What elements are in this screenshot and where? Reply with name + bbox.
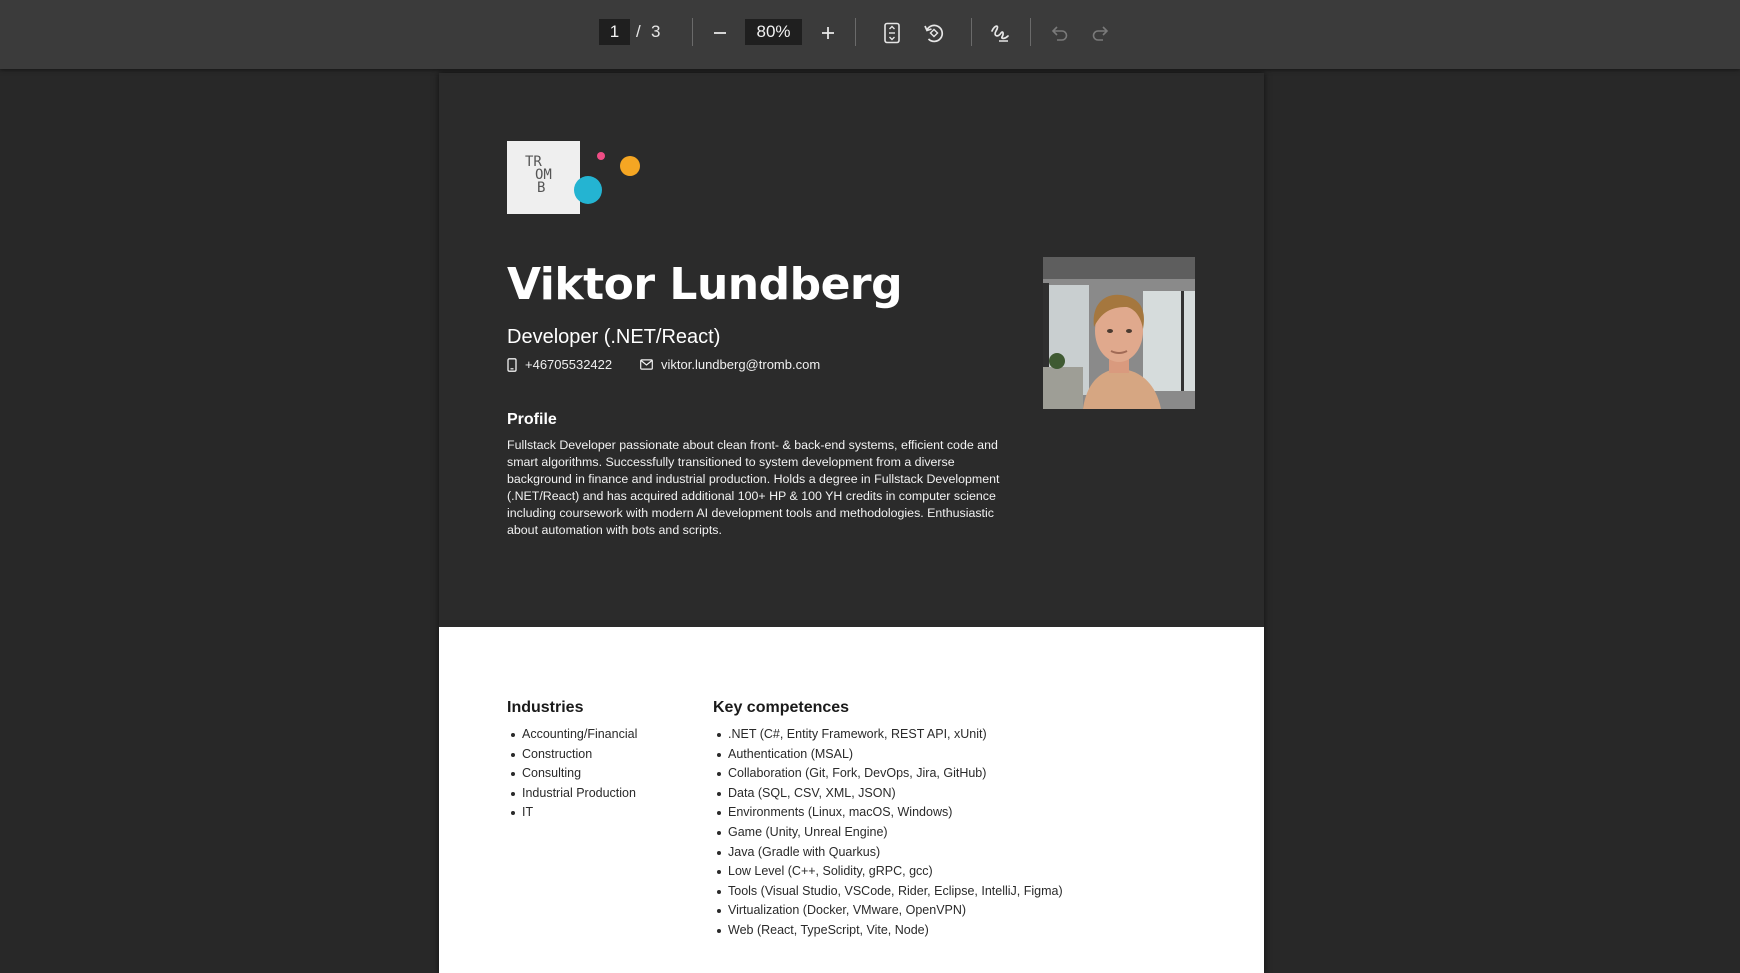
toolbar-divider — [971, 18, 972, 46]
person-name: Viktor Lundberg — [507, 259, 903, 310]
undo-icon — [1051, 26, 1068, 41]
minus-icon — [714, 32, 726, 34]
page-total: 3 — [651, 22, 661, 41]
list-item: Collaboration (Git, Fork, DevOps, Jira, … — [713, 764, 1063, 784]
toolbar-divider — [1030, 18, 1031, 46]
page-number-input[interactable] — [599, 19, 630, 45]
logo-wordmark: TR OM B — [525, 154, 552, 196]
list-item: IT — [507, 803, 637, 823]
list-item: Java (Gradle with Quarkus) — [713, 843, 1063, 863]
list-item: Industrial Production — [507, 784, 637, 804]
rotate-button[interactable] — [919, 18, 949, 48]
redo-button[interactable] — [1086, 18, 1116, 48]
mail-icon — [640, 359, 653, 370]
contact-phone: +46705532422 — [507, 357, 612, 372]
company-logo: TR OM B — [507, 141, 580, 214]
list-item: Authentication (MSAL) — [713, 745, 1063, 765]
profile-heading: Profile — [507, 411, 557, 428]
list-item: Construction — [507, 745, 637, 765]
pdf-toolbar: / 3 — [0, 0, 1740, 69]
draw-button[interactable] — [985, 18, 1015, 48]
rotate-icon — [924, 24, 944, 43]
logo-dot-orange — [620, 156, 640, 176]
list-item: Data (SQL, CSV, XML, JSON) — [713, 784, 1063, 804]
zoom-out-button[interactable] — [705, 18, 735, 48]
list-item: Environments (Linux, macOS, Windows) — [713, 803, 1063, 823]
industries-list: Accounting/Financial Construction Consul… — [507, 725, 637, 823]
list-item: Low Level (C++, Solidity, gRPC, gcc) — [713, 862, 1063, 882]
list-item: Virtualization (Docker, VMware, OpenVPN) — [713, 901, 1063, 921]
redo-icon — [1092, 26, 1109, 41]
zoom-level-input[interactable] — [745, 19, 802, 45]
logo-dot-blue — [574, 176, 602, 204]
list-item: Accounting/Financial — [507, 725, 637, 745]
page-separator: / — [636, 22, 641, 41]
toolbar-divider — [692, 18, 693, 46]
list-item: Game (Unity, Unreal Engine) — [713, 823, 1063, 843]
list-item: Consulting — [507, 764, 637, 784]
competences-heading: Key competences — [713, 699, 850, 716]
contact-email: viktor.lundberg@tromb.com — [640, 357, 820, 372]
competences-list: .NET (C#, Entity Framework, REST API, xU… — [713, 725, 1063, 941]
toolbar-divider — [855, 18, 856, 46]
profile-summary: Fullstack Developer passionate about cle… — [507, 438, 1000, 537]
industries-heading: Industries — [507, 699, 584, 716]
pdf-page: TR OM B Viktor Lundberg Developer (.NET/… — [439, 73, 1264, 973]
logo-dot-pink — [597, 152, 605, 160]
profile-photo — [1043, 257, 1195, 409]
plus-icon — [822, 27, 834, 39]
zoom-in-button[interactable] — [813, 18, 843, 48]
list-item: .NET (C#, Entity Framework, REST API, xU… — [713, 725, 1063, 745]
draw-icon — [991, 25, 1009, 42]
phone-icon — [507, 357, 517, 372]
person-role: Developer (.NET/React) — [507, 326, 721, 348]
fit-page-icon — [884, 22, 900, 44]
undo-button[interactable] — [1044, 18, 1074, 48]
cv-header-section: TR OM B Viktor Lundberg Developer (.NET/… — [439, 73, 1264, 627]
email-address[interactable]: viktor.lundberg@tromb.com — [661, 357, 820, 372]
fit-to-page-button[interactable] — [877, 18, 907, 48]
phone-number: +46705532422 — [525, 357, 613, 372]
list-item: Tools (Visual Studio, VSCode, Rider, Ecl… — [713, 882, 1063, 902]
list-item: Web (React, TypeScript, Vite, Node) — [713, 921, 1063, 941]
